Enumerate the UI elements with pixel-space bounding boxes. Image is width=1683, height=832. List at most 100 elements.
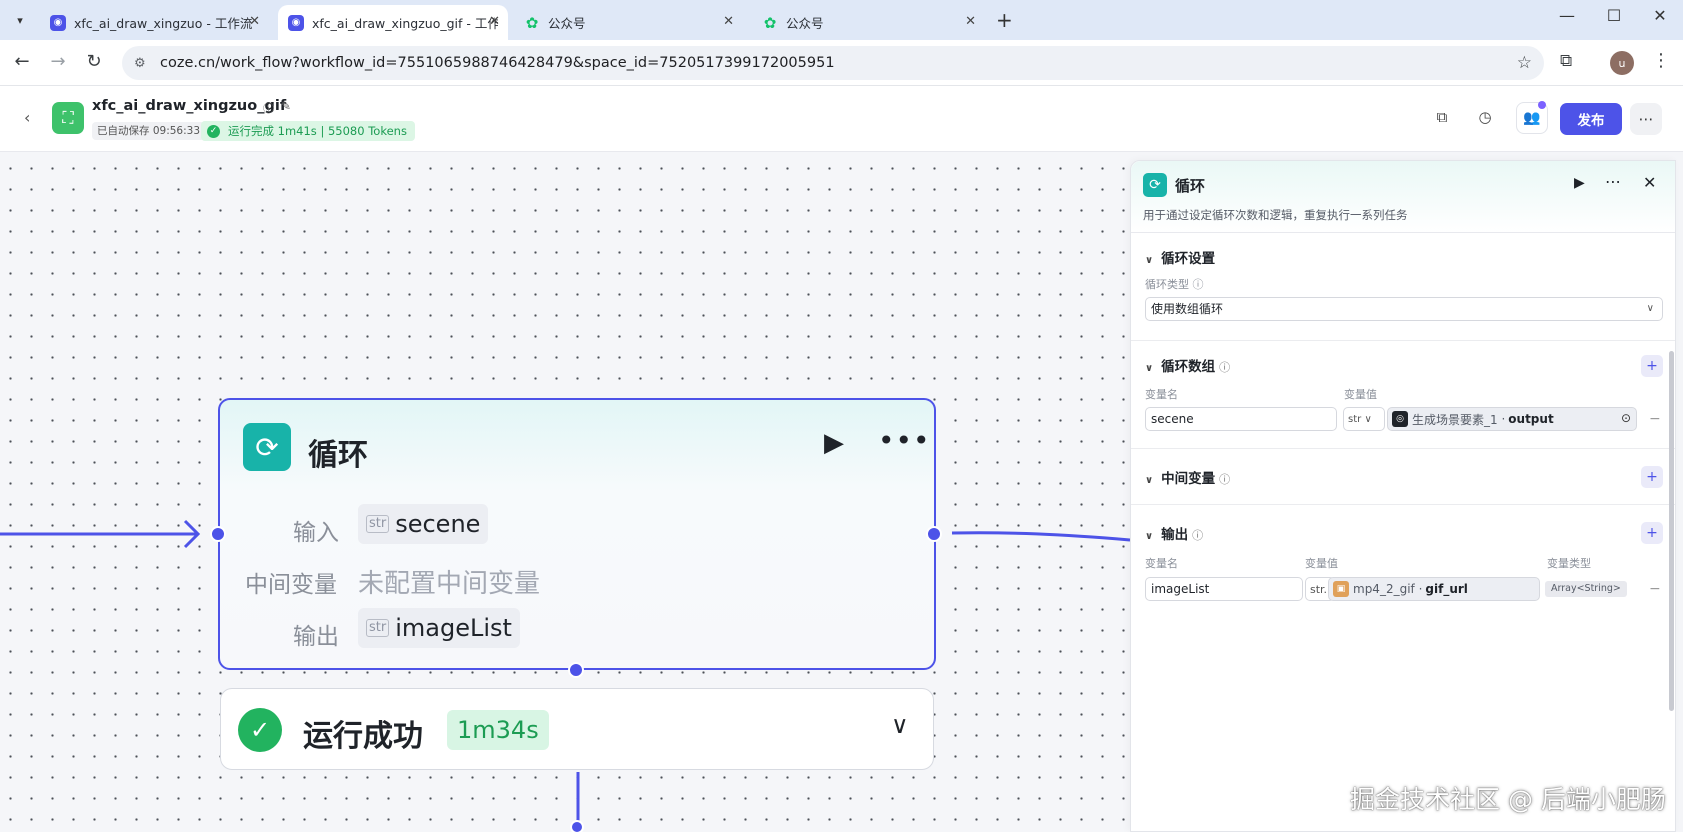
output-type-badge: Array<String>: [1545, 581, 1627, 597]
publish-button[interactable]: 发布: [1560, 103, 1622, 135]
extensions-icon[interactable]: ⧉: [1560, 51, 1572, 71]
chevron-down-icon[interactable]: ∨: [1145, 363, 1153, 374]
forward-arrow-icon[interactable]: →: [46, 51, 70, 72]
tab-search-menu-icon[interactable]: ▾: [8, 8, 32, 32]
browser-tab-3[interactable]: ✿ 公众号 ✕: [514, 5, 742, 40]
loop-type-label: 循环类型 ⓘ: [1145, 278, 1204, 291]
run-node-icon[interactable]: ▶: [824, 428, 844, 458]
coze-favicon-icon: ◉: [288, 14, 304, 31]
output-port[interactable]: [926, 526, 942, 542]
target-icon[interactable]: ⊙: [1621, 411, 1631, 425]
section-title[interactable]: ∨ 循环数组 ⓘ: [1145, 355, 1230, 375]
remove-row-icon[interactable]: −: [1649, 411, 1661, 427]
check-circle-icon: ✓: [207, 124, 220, 138]
output-section: ∨ 输出 ⓘ + 变量名 变量值 变量类型 imageList str. ▣ mp4…: [1131, 505, 1675, 615]
panel-title: 循环: [1175, 177, 1206, 195]
input-value: secene: [395, 510, 481, 538]
close-icon[interactable]: ✕: [1643, 173, 1656, 192]
maximize-icon[interactable]: ☐: [1599, 6, 1629, 25]
bottom-port[interactable]: [568, 662, 584, 678]
chevron-down-icon[interactable]: ∨: [1145, 475, 1153, 486]
add-array-button[interactable]: +: [1641, 355, 1663, 377]
browser-menu-icon[interactable]: ⋮: [1652, 50, 1670, 71]
var-value-label: 变量值: [1305, 557, 1338, 570]
node-config-panel: ⟳ 循环 ▶ ⋯ ✕ 用于通过设定循环次数和逻辑，重复执行一系列任务 ∨ 循环设置…: [1130, 160, 1676, 832]
info-icon[interactable]: ⓘ: [1192, 529, 1203, 542]
output-value: imageList: [395, 614, 512, 642]
back-arrow-icon[interactable]: ←: [10, 51, 34, 72]
section-title[interactable]: ∨ 输出 ⓘ: [1145, 523, 1203, 543]
loop-type-select[interactable]: 使用数组循环 ∨: [1145, 297, 1663, 321]
new-tab-icon[interactable]: +: [996, 8, 1013, 32]
run-status-badge[interactable]: ✓ 运行完成 1m41s | 55080 Tokens: [201, 121, 415, 141]
back-chevron-icon[interactable]: ‹: [24, 108, 30, 127]
node-more-icon[interactable]: •••: [878, 424, 931, 457]
type-tag: str: [366, 515, 390, 533]
workflow-canvas[interactable]: ⟳ 循环 ▶ ••• 输入 str secene 中间变量 未配置中间变量 输出…: [0, 152, 1130, 832]
output-var-name-input[interactable]: imageList: [1145, 577, 1303, 601]
url-text[interactable]: coze.cn/work_flow?workflow_id=7551065988…: [160, 55, 835, 71]
close-tab-icon[interactable]: ✕: [489, 14, 500, 29]
loop-node[interactable]: ⟳ 循环 ▶ ••• 输入 str secene 中间变量 未配置中间变量 输出…: [210, 398, 942, 678]
browser-toolbar: ← → ↻ ⚙ coze.cn/work_flow?workflow_id=75…: [0, 40, 1683, 86]
more-icon[interactable]: ⋯: [1605, 172, 1621, 191]
add-output-button[interactable]: +: [1641, 522, 1663, 544]
run-node-icon[interactable]: ▶: [1574, 175, 1585, 191]
browser-tab-1[interactable]: ◉ xfc_ai_draw_xingzuo - 工作流 ✕: [40, 5, 268, 40]
site-info-icon[interactable]: ⚙: [134, 56, 152, 71]
history-icon[interactable]: ◷: [1473, 108, 1497, 126]
add-intermediate-button[interactable]: +: [1641, 466, 1663, 488]
edit-icon[interactable]: ✎: [281, 99, 291, 113]
run-result-card[interactable]: ✓ 运行成功 1m34s ∨: [220, 688, 934, 770]
run-duration-badge: 1m34s: [447, 710, 549, 750]
profile-avatar[interactable]: u: [1610, 51, 1634, 75]
address-bar[interactable]: ⚙ coze.cn/work_flow?workflow_id=75510659…: [122, 46, 1544, 80]
browser-tab-strip: ▾ ◉ xfc_ai_draw_xingzuo - 工作流 ✕ ◉ xfc_ai…: [0, 0, 1683, 40]
more-options-button[interactable]: ⋯: [1630, 103, 1662, 135]
info-icon[interactable]: ⓘ: [1219, 473, 1230, 486]
input-port[interactable]: [210, 526, 226, 542]
close-tab-icon[interactable]: ✕: [723, 14, 734, 29]
chevron-down-icon[interactable]: ∨: [891, 711, 909, 739]
workflow-header: ‹ ⛶ xfc_ai_draw_xingzuo_gif ⓘ ✎ 已自动保存 09…: [0, 86, 1683, 152]
close-window-icon[interactable]: ✕: [1645, 6, 1675, 25]
var-type-select[interactable]: str ∨: [1343, 407, 1385, 431]
remove-row-icon[interactable]: −: [1649, 581, 1661, 597]
intermediate-label: 中间变量: [245, 572, 337, 598]
copy-icon[interactable]: ⧉: [1430, 108, 1454, 126]
browser-tab-4[interactable]: ✿ 公众号 ✕: [752, 5, 984, 40]
minimize-icon[interactable]: —: [1552, 6, 1582, 25]
info-icon[interactable]: ⓘ: [1219, 361, 1230, 374]
var-reference[interactable]: ◎ 生成场景要素_1 · output ⊙: [1387, 407, 1637, 431]
browser-tab-2-active[interactable]: ◉ xfc_ai_draw_xingzuo_gif - 工作 ✕: [278, 5, 508, 40]
loop-icon: ⟳: [243, 423, 291, 471]
var-type-label: 变量类型: [1547, 557, 1591, 570]
notification-dot: [1538, 101, 1546, 109]
collaborators-button[interactable]: 👥: [1516, 101, 1548, 134]
info-icon[interactable]: ⓘ: [263, 100, 274, 116]
intermediate-empty: 未配置中间变量: [358, 569, 541, 599]
type-tag: str: [366, 619, 390, 637]
panel-scrollbar[interactable]: [1669, 351, 1674, 711]
chevron-down-icon: ∨: [1646, 303, 1654, 314]
var-name-input[interactable]: secene: [1145, 407, 1337, 431]
chevron-down-icon[interactable]: ∨: [1145, 531, 1153, 542]
bookmark-star-icon[interactable]: ☆: [1517, 53, 1532, 73]
close-tab-icon[interactable]: ✕: [965, 14, 976, 29]
tab-title: xfc_ai_draw_xingzuo - 工作流: [74, 16, 253, 31]
watermark-text: 掘金技术社区 @ 后端小肥肠: [1350, 785, 1666, 814]
input-chip: str secene: [358, 504, 489, 544]
loop-body-port[interactable]: [570, 820, 584, 832]
section-title[interactable]: ∨ 循环设置: [1145, 247, 1215, 267]
section-title[interactable]: ∨ 中间变量 ⓘ: [1145, 467, 1230, 487]
ref-node-name: mp4_2_gif: [1353, 582, 1415, 596]
wechat-official-favicon-icon: ✿: [525, 13, 539, 32]
info-icon[interactable]: ⓘ: [1193, 278, 1204, 291]
ref-field-name: output: [1508, 412, 1554, 426]
close-tab-icon[interactable]: ✕: [249, 14, 260, 29]
output-reference[interactable]: ▣ mp4_2_gif · gif_url: [1328, 577, 1540, 601]
panel-description: 用于通过设定循环次数和逻辑，重复执行一系列任务: [1143, 208, 1408, 222]
chevron-down-icon[interactable]: ∨: [1145, 255, 1153, 266]
reload-icon[interactable]: ↻: [82, 51, 106, 72]
output-label: 输出: [293, 624, 339, 650]
